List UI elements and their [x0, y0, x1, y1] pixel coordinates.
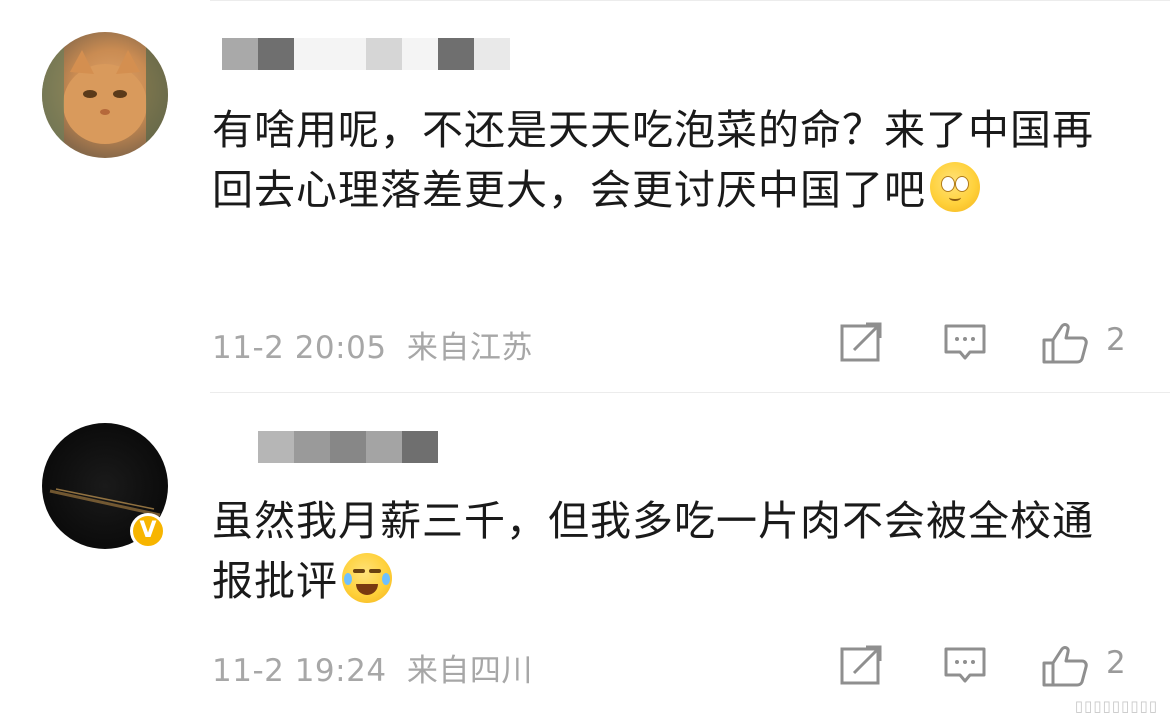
like-icon[interactable] [1040, 320, 1090, 366]
verified-mark: V [139, 518, 157, 543]
verified-badge: V [130, 513, 166, 549]
watermark: ▯▯▯▯▯▯▯▯▯ [1074, 697, 1158, 715]
comment-meta: 11-2 19:24 来自四川 [212, 645, 533, 690]
comment-time: 11-2 20:05 [212, 330, 387, 366]
username-redacted[interactable] [222, 38, 510, 70]
comment-meta: 11-2 20:05 来自江苏 [212, 322, 533, 367]
share-icon[interactable] [838, 643, 884, 689]
comment-icon[interactable] [942, 643, 988, 689]
cat-avatar-image [42, 32, 168, 158]
laugh-cry-emoji-icon [342, 553, 392, 603]
comment-text: 有啥用呢，不还是天天吃泡菜的命？来了中国再回去心理落差更大，会更讨厌中国了吧 [212, 100, 1112, 220]
comment-item: 有啥用呢，不还是天天吃泡菜的命？来了中国再回去心理落差更大，会更讨厌中国了吧 1… [0, 0, 1170, 392]
eye-roll-emoji-icon [930, 162, 980, 212]
comment-item: V 虽然我月薪三千，但我多吃一片肉不会被全校通报批评 11-2 19:24 来自… [0, 393, 1170, 723]
comment-location: 来自江苏 [406, 330, 533, 366]
comment-icon[interactable] [942, 320, 988, 366]
comment-actions: 2 [838, 320, 1138, 366]
username-redacted[interactable] [258, 431, 438, 463]
comment-location: 来自四川 [406, 653, 533, 689]
comment-text: 虽然我月薪三千，但我多吃一片肉不会被全校通报批评 [212, 491, 1112, 611]
like-count: 2 [1106, 645, 1126, 681]
share-icon[interactable] [838, 320, 884, 366]
like-icon[interactable] [1040, 643, 1090, 689]
like-count: 2 [1106, 322, 1126, 358]
comment-time: 11-2 19:24 [212, 653, 387, 689]
avatar[interactable] [42, 32, 168, 158]
comment-actions: 2 [838, 643, 1138, 689]
